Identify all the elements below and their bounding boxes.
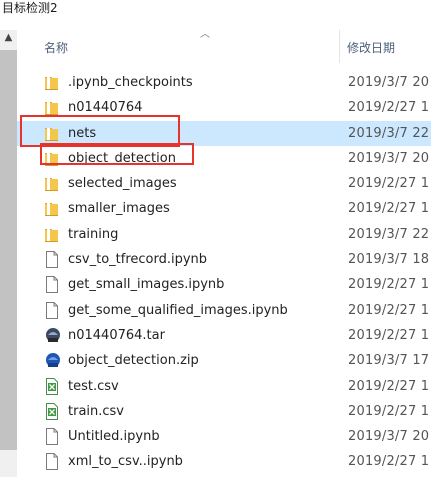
file-row[interactable]: Untitled.ipynb 2019/3/7 20 [17, 424, 431, 449]
file-date-modified: 2019/3/7 17 [348, 353, 430, 369]
file-name: object_detection [68, 150, 176, 166]
file-row[interactable]: object_detection 2019/3/7 20 [17, 146, 431, 171]
file-name: Untitled.ipynb [68, 429, 160, 445]
folder-icon [45, 125, 59, 142]
document-icon [45, 453, 59, 471]
file-name: object_detection.zip [68, 353, 199, 369]
file-date-modified: 2019/2/27 1 [348, 327, 430, 343]
file-name: training [68, 226, 119, 242]
file-date-modified: 2019/3/7 20 [348, 75, 430, 90]
file-row[interactable]: n01440764 2019/2/27 1 [17, 95, 431, 120]
file-date-modified: 2019/2/27 1 [348, 403, 430, 419]
breadcrumb[interactable]: 目标检测2 [0, 0, 431, 18]
file-row[interactable]: train.csv 2019/2/27 1 [17, 399, 431, 424]
file-date-modified: 2019/2/27 1 [348, 454, 430, 470]
file-name: .ipynb_checkpoints [68, 75, 193, 90]
folder-icon [45, 99, 59, 116]
document-icon [45, 276, 59, 294]
sort-ascending-icon: ︿ [200, 29, 210, 40]
file-row[interactable]: get_some_qualified_images.ipynb 2019/2/27… [17, 298, 431, 323]
file-date-modified: 2019/3/7 22 [348, 125, 430, 141]
file-name: test.csv [68, 378, 119, 394]
column-header-name[interactable]: 名称 [44, 39, 68, 56]
file-name: n01440764 [68, 100, 143, 116]
file-date-modified: 2019/2/27 1 [348, 201, 430, 217]
file-name: train.csv [68, 403, 125, 419]
file-name: get_some_qualified_images.ipynb [68, 302, 288, 318]
file-date-modified: 2019/3/7 20 [348, 150, 430, 166]
file-name: n01440764.tar [68, 327, 165, 343]
folder-icon [45, 175, 59, 192]
scrollbar-thumb[interactable] [0, 50, 17, 450]
file-row[interactable]: nets 2019/3/7 22 [17, 120, 431, 146]
file-row[interactable]: object_detection.zip 2019/3/7 17 [17, 348, 431, 373]
file-row[interactable]: training 2019/3/7 22 [17, 222, 431, 247]
file-row[interactable]: smaller_images 2019/2/27 1 [17, 196, 431, 221]
file-date-modified: 2019/2/27 1 [348, 176, 430, 192]
folder-icon [45, 150, 59, 167]
file-row[interactable]: n01440764.tar 2019/2/27 1 [17, 323, 431, 348]
file-name: get_small_images.ipynb [68, 277, 225, 293]
scroll-up-arrow-icon[interactable]: ▲ [0, 30, 17, 46]
file-date-modified: 2019/2/27 1 [348, 277, 430, 293]
file-row[interactable]: .ipynb_checkpoints 2019/3/7 20 [17, 70, 431, 95]
file-name: smaller_images [68, 201, 170, 217]
file-list: .ipynb_checkpoints 2019/3/7 20 n01440764 20… [17, 70, 431, 475]
file-date-modified: 2019/2/27 1 [348, 100, 430, 116]
folder-icon [45, 74, 59, 91]
file-row[interactable]: get_small_images.ipynb 2019/2/27 1 [17, 272, 431, 297]
csv-spreadsheet-icon [45, 377, 59, 395]
column-header-date-modified[interactable]: 修改日期 [347, 39, 395, 56]
file-name: nets [68, 125, 97, 141]
document-icon [45, 251, 59, 269]
tar-archive-icon [45, 327, 60, 344]
column-divider[interactable] [339, 30, 340, 63]
file-row[interactable]: test.csv 2019/2/27 1 [17, 374, 431, 399]
csv-spreadsheet-icon [45, 402, 59, 420]
file-date-modified: 2019/3/7 18 [348, 252, 430, 268]
file-name: xml_to_csv..ipynb [68, 454, 183, 470]
document-icon [45, 301, 59, 319]
file-row[interactable]: xml_to_csv..ipynb 2019/2/27 1 [17, 449, 431, 474]
document-icon [45, 428, 59, 446]
file-date-modified: 2019/3/7 22 [348, 226, 430, 242]
folder-icon [45, 200, 59, 217]
file-name: selected_images [68, 176, 177, 192]
file-row[interactable]: csv_to_tfrecord.ipynb 2019/3/7 18 [17, 247, 431, 272]
file-row[interactable]: selected_images 2019/2/27 1 [17, 171, 431, 196]
file-date-modified: 2019/2/27 1 [348, 302, 430, 318]
file-date-modified: 2019/3/7 20 [348, 429, 430, 445]
folder-icon [45, 226, 59, 243]
zip-archive-icon [45, 352, 60, 369]
navigation-pane-scrollbar[interactable]: ▲ [0, 30, 17, 477]
column-header: ︿ 名称 修改日期 [17, 30, 431, 63]
file-name: csv_to_tfrecord.ipynb [68, 252, 208, 268]
file-date-modified: 2019/2/27 1 [348, 378, 430, 394]
